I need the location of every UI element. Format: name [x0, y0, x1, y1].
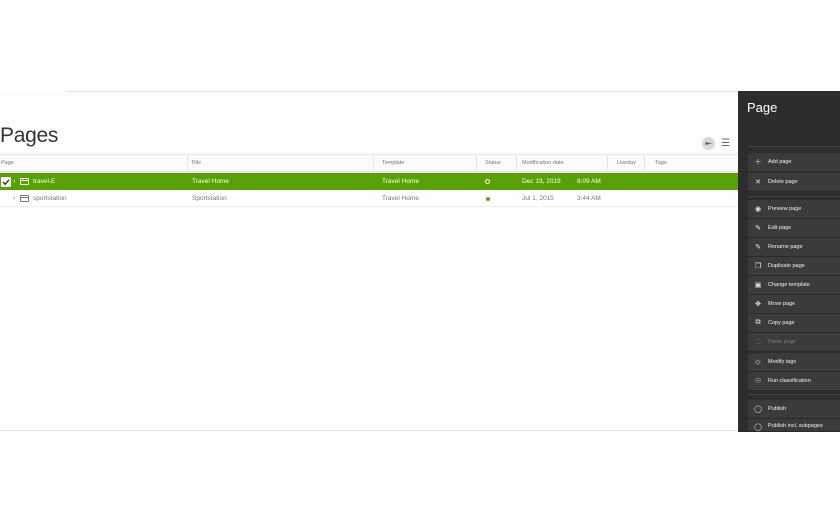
action-label: Rename page: [768, 244, 803, 250]
row-time: 3:44 AM: [577, 195, 601, 202]
chevron-right-icon[interactable]: ›: [13, 190, 15, 207]
row-page-name[interactable]: sportstation: [33, 190, 67, 207]
paste-page-button[interactable]: □ Paste page: [748, 333, 840, 352]
checkmark-icon: [2, 179, 10, 186]
chevron-right-icon[interactable]: ›: [13, 173, 15, 190]
paste-icon: □: [755, 338, 761, 346]
main-content: [0, 92, 738, 430]
page-actions-panel: Page ＋ Add page ✕ Delete page ◉ Preview …: [738, 91, 840, 432]
delete-page-button[interactable]: ✕ Delete page: [748, 173, 840, 192]
row-template: Travel Home: [382, 195, 419, 202]
preview-page-button[interactable]: ◉ Preview page: [748, 200, 840, 219]
action-label: Duplicate page: [768, 263, 805, 269]
action-label: Modify tags: [768, 359, 797, 365]
row-date: Dec 19, 2019: [522, 178, 561, 185]
tree-view-button[interactable]: ⇤: [702, 137, 715, 150]
plus-icon: ＋: [754, 159, 762, 166]
panel-separator: [748, 146, 840, 147]
template-icon: ▣: [754, 282, 762, 289]
action-label: Copy page: [768, 320, 795, 326]
eye-icon: ◉: [754, 206, 762, 213]
panel-separator: [748, 394, 840, 395]
action-label: Paste page: [768, 339, 796, 345]
status-indicator: [486, 197, 490, 201]
duplicate-icon: ❐: [754, 263, 762, 270]
row-time: 8:09 AM: [577, 178, 601, 185]
tree-view-icon: ⇤: [705, 139, 712, 148]
duplicate-page-button[interactable]: ❐ Duplicate page: [748, 257, 840, 276]
edit-page-button[interactable]: ✎ Edit page: [748, 219, 840, 238]
action-label: Preview page: [768, 206, 802, 212]
close-icon: ✕: [755, 179, 761, 186]
row-template: Travel Home: [382, 178, 419, 185]
column-status[interactable]: Status: [484, 155, 517, 171]
column-modification-date[interactable]: Modification date: [521, 155, 608, 171]
pencil-icon: ✎: [755, 244, 761, 251]
status-indicator: [485, 179, 490, 184]
action-label: Publish: [768, 406, 787, 412]
row-title: Travel Home: [192, 178, 229, 185]
move-icon: ✥: [755, 301, 761, 308]
table-row[interactable]: › travel-E Travel Home Travel Home Dec 1…: [0, 173, 738, 190]
row-checkbox[interactable]: [1, 194, 11, 204]
panel-title: Page: [747, 100, 778, 115]
classification-icon: ☉: [754, 378, 762, 385]
add-page-button[interactable]: ＋ Add page: [748, 153, 840, 172]
action-label: Publish incl. subpages: [768, 423, 823, 429]
list-view-button[interactable]: ☰: [719, 137, 732, 150]
column-liveday[interactable]: Liveday: [616, 155, 645, 171]
row-date: Jul 1, 2015: [522, 195, 554, 202]
action-label: Run classification: [768, 378, 811, 384]
table-header: Page Title Template Status Modification …: [0, 154, 738, 172]
action-label: Move page: [768, 301, 796, 307]
column-page[interactable]: Page: [0, 155, 188, 171]
copy-icon: ⧉: [755, 319, 761, 326]
column-template[interactable]: Template: [381, 155, 477, 171]
action-label: Add page: [768, 159, 792, 165]
change-template-button[interactable]: ▣ Change template: [748, 276, 840, 295]
tag-icon: ◇: [755, 359, 761, 366]
row-title: Sportstation: [192, 195, 227, 202]
modify-tags-button[interactable]: ◇ Modify tags: [748, 353, 840, 372]
action-label: Edit page: [768, 225, 792, 231]
move-page-button[interactable]: ✥ Move page: [748, 295, 840, 314]
publish-icon: ◯: [754, 406, 762, 413]
publish-subpages-button[interactable]: ◯ Publish incl. subpages: [748, 419, 840, 432]
pencil-icon: ✎: [755, 225, 761, 232]
run-classification-button[interactable]: ☉ Run classification: [748, 372, 840, 391]
action-label: Delete page: [768, 179, 798, 185]
panel-separator: [748, 196, 840, 197]
table-row[interactable]: › sportstation Sportstation Travel Home …: [0, 190, 738, 207]
rename-page-button[interactable]: ✎ Rename page: [748, 238, 840, 257]
list-view-icon: ☰: [721, 138, 730, 149]
row-checkbox[interactable]: [1, 177, 11, 187]
copy-page-button[interactable]: ⧉ Copy page: [748, 314, 840, 333]
row-page-name[interactable]: travel-E: [33, 173, 55, 190]
publish-button[interactable]: ◯ Publish: [748, 400, 840, 419]
page-title: Pages: [0, 124, 59, 147]
publish-icon: ◯: [754, 424, 762, 431]
column-tags[interactable]: Tags: [654, 155, 738, 171]
bottom-divider: [0, 430, 738, 431]
app-window: Pages ⇤ ☰ Page Title Template Status Mod…: [0, 0, 840, 508]
page-folder-icon: [20, 195, 29, 202]
page-folder-icon: [20, 178, 29, 185]
action-label: Change template: [768, 282, 810, 288]
column-title[interactable]: Title: [190, 155, 374, 171]
view-switcher: ⇤ ☰: [702, 137, 732, 150]
